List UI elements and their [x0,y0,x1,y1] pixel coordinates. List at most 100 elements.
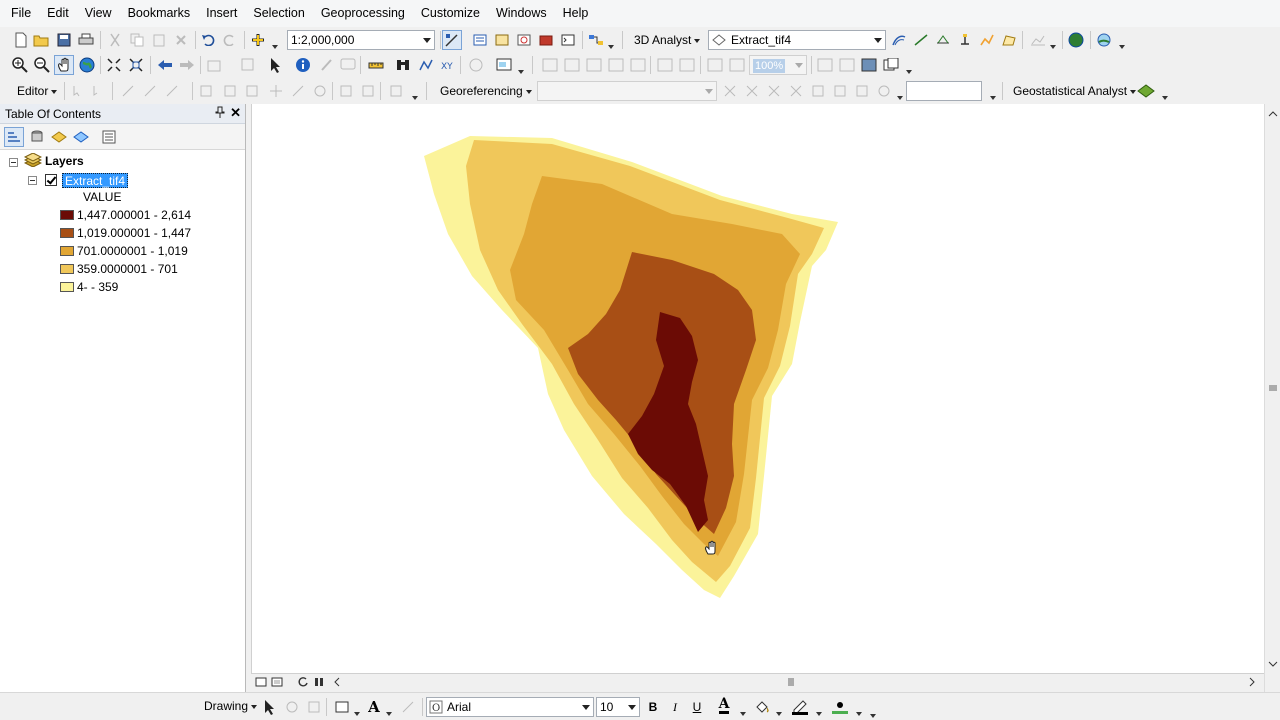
previous-extent-icon[interactable] [155,55,175,75]
geostat-toolbar-dropdown[interactable] [1160,84,1168,100]
layout-zoom-combo[interactable]: 100% [749,55,807,75]
view-link-table-icon[interactable] [830,81,850,101]
trace-icon[interactable] [140,81,160,101]
pin-icon[interactable] [215,106,225,121]
rotate-georef-icon[interactable] [720,81,740,101]
interpolate-line-icon[interactable] [977,30,997,50]
full-extent-globe-icon[interactable] [77,55,97,75]
legend-swatch[interactable] [60,210,74,220]
zoom-out-icon[interactable] [32,55,52,75]
undo-edit-icon[interactable] [310,81,330,101]
menu-selection[interactable]: Selection [245,0,312,27]
delete-icon[interactable] [171,30,191,50]
georef-value-input[interactable] [906,81,982,101]
zoom-whole-page-icon[interactable] [606,55,626,75]
georef-table-icon[interactable] [852,81,872,101]
go-back-extent-layout-icon[interactable] [705,55,725,75]
layout-toolbar-dropdown[interactable] [904,58,912,74]
focus-data-frame-icon[interactable] [837,55,857,75]
select-elements-icon[interactable] [260,697,280,717]
georef-rotate-icon[interactable] [874,81,894,101]
map-view[interactable] [251,104,1264,673]
legend-swatch[interactable] [60,228,74,238]
find-binoculars-icon[interactable] [393,55,413,75]
save-icon[interactable] [54,30,74,50]
menu-file[interactable]: File [4,0,39,27]
fixed-zoom-out-layout-icon[interactable] [677,55,697,75]
time-slider-icon[interactable] [466,55,486,75]
catalog-window-icon[interactable] [492,30,512,50]
copy-icon[interactable] [127,30,147,50]
georeferencing-menu[interactable]: Georeferencing [440,81,532,101]
toc-options-icon[interactable] [99,127,119,147]
3d-analyst-menu[interactable]: 3D Analyst [634,30,701,50]
toc-window-icon[interactable] [470,30,490,50]
new-document-icon[interactable] [11,30,31,50]
layer-combo[interactable]: Extract_tif4 [708,30,886,50]
text-tool-dropdown[interactable] [384,700,392,716]
fixed-zoom-in-layout-icon[interactable] [655,55,675,75]
select-features-icon[interactable] [205,55,225,75]
layout-view-icon[interactable] [269,674,285,690]
toggle-draft-mode-icon[interactable] [815,55,835,75]
vertical-scrollbar[interactable] [1264,104,1280,692]
hyperlink-icon[interactable] [316,55,336,75]
layout-zoom-in-icon[interactable] [540,55,560,75]
menu-edit[interactable]: Edit [39,0,77,27]
arcscene-icon[interactable] [1094,30,1114,50]
font-size-combo[interactable]: 10 [596,697,640,717]
font-name-combo[interactable]: O Arial [426,697,594,717]
identify-icon[interactable] [293,55,313,75]
create-contours-icon[interactable] [889,30,909,50]
go-to-xy-icon[interactable]: XY [438,55,458,75]
profile-graph-dropdown[interactable] [1048,33,1056,49]
menu-windows[interactable]: Windows [488,0,555,27]
menu-insert[interactable]: Insert [198,0,245,27]
list-by-selection-icon[interactable] [71,127,91,147]
fill-color-dropdown[interactable] [774,700,782,716]
list-by-source-icon[interactable] [27,127,47,147]
layer-name-selected[interactable]: Extract_tif4 [62,173,129,188]
data-view-icon[interactable] [253,674,269,690]
attributes-icon[interactable] [336,81,356,101]
edit-annotation-icon[interactable] [90,81,110,101]
sketch-properties-icon[interactable] [358,81,378,101]
fixed-zoom-in-icon[interactable] [104,55,124,75]
marker-color-dropdown[interactable] [854,700,862,716]
line-color-icon[interactable] [790,697,810,717]
find-route-icon[interactable] [416,55,436,75]
rectangle-tool-icon[interactable] [332,697,352,717]
italic-button[interactable]: I [665,697,685,717]
scroll-thumb-grip-icon[interactable] [783,674,799,690]
drawing-menu[interactable]: Drawing [204,696,258,716]
go-forward-extent-layout-icon[interactable] [727,55,747,75]
add-data-dropdown[interactable] [270,33,278,49]
menu-view[interactable]: View [77,0,120,27]
split-tool-icon[interactable] [266,81,286,101]
open-folder-icon[interactable] [32,30,52,50]
scale-combo[interactable]: 1:2,000,000 [287,30,435,50]
cut-polygons-icon[interactable] [242,81,262,101]
fixed-zoom-out-icon[interactable] [126,55,146,75]
menu-bookmarks[interactable]: Bookmarks [120,0,199,27]
line-color-dropdown[interactable] [814,700,822,716]
zoom-to-selected-elements-icon[interactable] [304,697,324,717]
list-by-visibility-icon[interactable] [49,127,69,147]
fill-color-icon[interactable] [752,697,772,717]
editor-toolbar-dropdown[interactable] [410,84,418,100]
cut-icon[interactable] [105,30,125,50]
geostatistical-wizard-icon[interactable] [1136,81,1156,101]
steepest-path-icon[interactable] [911,30,931,50]
edit-vertices-icon[interactable] [398,697,418,717]
edit-vertices-icon[interactable] [196,81,216,101]
list-by-drawing-order-icon[interactable] [4,127,24,147]
geostatistical-analyst-menu[interactable]: Geostatistical Analyst [1013,81,1137,101]
font-color-dropdown[interactable] [738,700,746,716]
pause-drawing-icon[interactable] [311,674,327,690]
legend-swatch[interactable] [60,282,74,292]
rotate-element-icon[interactable] [282,697,302,717]
line-of-sight-icon[interactable] [933,30,953,50]
legend-swatch[interactable] [60,264,74,274]
scroll-up-icon[interactable] [1265,106,1280,121]
georef-toolbar-dropdown[interactable] [988,84,996,100]
